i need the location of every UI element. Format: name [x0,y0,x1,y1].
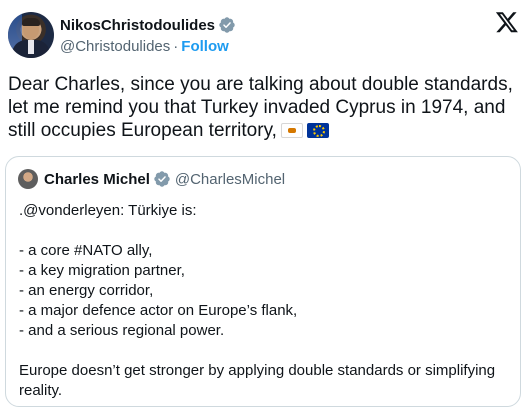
follow-button[interactable]: Follow [181,38,229,55]
quoted-author-avatar[interactable] [18,169,38,189]
author-display-name[interactable]: NikosChristodoulides [60,17,215,34]
quoted-tweet-text: .@vonderleyen: Türkiye is: - a core #NAT… [19,201,514,401]
quoted-line: - an energy corridor, [19,282,154,299]
cyprus-flag-icon [280,123,303,138]
quoted-line: - a major defence actor on Europe’s flan… [19,302,298,319]
quoted-tweet[interactable]: Charles Michel @CharlesMichel .@vonderle… [5,156,521,407]
tweet-header: NikosChristodoulides @Christodulides · Fol… [8,10,521,62]
quoted-author-handle[interactable]: @CharlesMichel [175,171,285,188]
quoted-line: .@vonderleyen: Türkiye is: [19,202,197,219]
tweet-body: Dear Charles, since you are talking abou… [8,73,518,142]
tweet-text: Dear Charles, since you are talking abou… [8,74,513,141]
x-logo-icon[interactable] [495,10,519,34]
quoted-line [19,341,514,361]
author-handle-row: @Christodulides · Follow [60,38,229,55]
verified-badge-icon [154,171,170,187]
verified-badge-icon [219,17,235,33]
eu-flag-icon [306,123,329,138]
quoted-line: - a core #NATO ally, [19,242,153,259]
quoted-tweet-header: Charles Michel @CharlesMichel [18,169,285,189]
quoted-line: - a key migration partner, [19,262,185,279]
author-avatar[interactable] [8,12,54,58]
separator-dot: · [173,38,179,55]
quoted-line: Europe doesn’t get stronger by applying … [19,362,496,379]
author-name-row: NikosChristodoulides [60,16,236,34]
author-handle[interactable]: @Christodulides [60,38,170,55]
quoted-line: reality. [19,382,63,399]
quoted-line: - and a serious regional power. [19,322,225,339]
quoted-line [19,221,514,241]
quoted-author-name[interactable]: Charles Michel [44,171,150,188]
